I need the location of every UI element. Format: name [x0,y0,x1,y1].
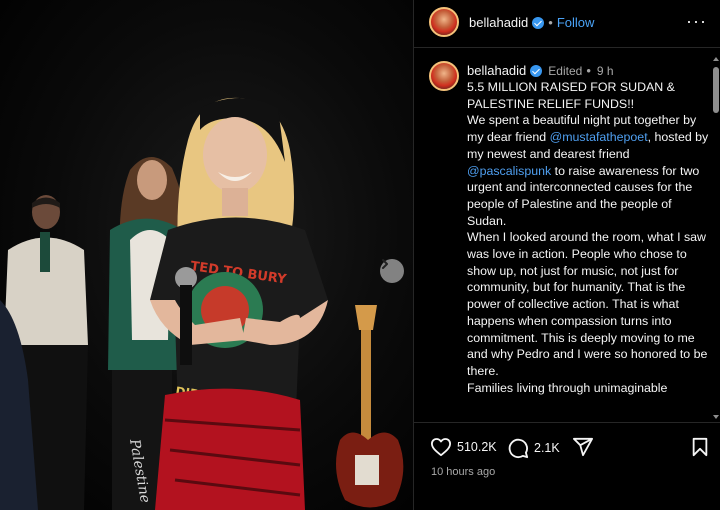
caption-time[interactable]: 9 h [597,64,614,78]
caption-scrollbar[interactable] [713,57,719,419]
main-subject: TED TO BURY DIDN'T KNOW [150,97,328,510]
comment-button[interactable]: 2.1K [507,437,560,459]
caption-text: 5.5 MILLION RAISED FOR SUDAN & PALESTINE… [467,79,711,396]
post-side-panel: bellahadid • Follow ··· bellahadid Edite… [413,0,720,510]
scroll-down-icon[interactable] [713,415,719,419]
mention-link[interactable]: @mustafathepoet [550,130,648,144]
post-timestamp[interactable]: 10 hours ago [431,466,495,478]
bookmark-icon [692,437,708,457]
caption-avatar[interactable] [429,61,459,91]
edited-label: Edited [548,63,583,78]
caption-headline: 5.5 MILLION RAISED FOR SUDAN & PALESTINE… [467,80,675,111]
header-username[interactable]: bellahadid [469,15,528,30]
verified-badge-icon [530,64,543,77]
next-image-button[interactable] [380,259,404,283]
scroll-thumb[interactable] [713,67,719,113]
like-count: 510.2K [457,440,497,454]
like-button[interactable]: 510.2K [430,437,497,457]
comment-icon [508,438,529,459]
guitar [336,305,404,508]
follow-button[interactable]: Follow [557,15,595,30]
avatar[interactable] [429,7,459,37]
share-icon [573,437,593,457]
caption-header: bellahadid Edited • 9 h [467,63,614,78]
comment-count: 2.1K [534,441,560,455]
heart-icon [430,438,451,457]
more-options-icon[interactable]: ··· [686,12,707,30]
caption-paragraph-2: When I looked around the room, what I sa… [467,230,708,378]
post-header: bellahadid • Follow ··· [414,0,720,48]
separator-dot: • [586,63,591,78]
caption-paragraph-1: We spent a beautiful night put together … [467,112,711,229]
share-button[interactable] [572,437,594,457]
photo-illustration: Palestine TED TO BURY DIDN'T KNOW [0,97,404,510]
header-user: bellahadid • Follow [469,15,594,30]
scroll-up-icon[interactable] [713,57,719,61]
mention-link[interactable]: @pascalispunk [467,164,551,178]
post-photo[interactable]: Palestine TED TO BURY DIDN'T KNOW [0,0,413,510]
verified-badge-icon [532,16,545,29]
caption-username[interactable]: bellahadid [467,63,526,78]
caption-paragraph-3: Families living through unimaginable [467,380,668,395]
save-button[interactable] [691,437,709,457]
separator-dot: • [548,15,553,30]
caption-area: bellahadid Edited • 9 h 5.5 MILLION RAIS… [414,49,720,421]
action-bar: 510.2K 2.1K 10 hours ago [414,422,720,510]
chevron-right-icon [382,259,388,269]
